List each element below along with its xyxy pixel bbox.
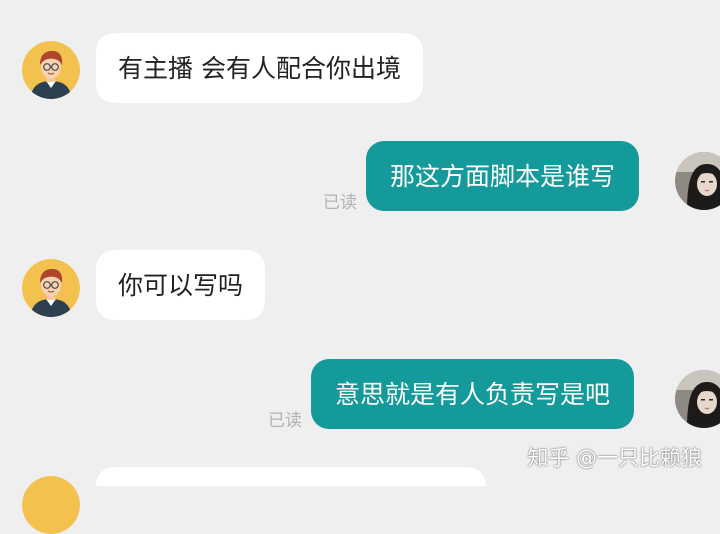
- contact-avatar[interactable]: [22, 41, 80, 99]
- message-text: 那这方面脚本是谁写: [390, 161, 616, 191]
- contact-avatar[interactable]: [22, 476, 80, 534]
- my-avatar[interactable]: [675, 152, 720, 210]
- my-avatar[interactable]: [675, 370, 720, 428]
- message-bubble-incoming[interactable]: 你可以写吗: [96, 250, 266, 320]
- cartoon-man-avatar-icon: [22, 41, 80, 99]
- message-bubble-incoming-partial[interactable]: [96, 467, 486, 486]
- chat-thread: 有主播 会有人配合你出境 已读 那这方面脚本是谁写 你可以写吗 已读 意思就是有…: [0, 0, 720, 534]
- read-status: 已读: [268, 411, 302, 431]
- message-bubble-incoming[interactable]: 有主播 会有人配合你出境: [96, 33, 423, 103]
- message-bubble-outgoing[interactable]: 意思就是有人负责写是吧: [311, 359, 635, 429]
- read-status: 已读: [323, 193, 357, 213]
- watermark: 知乎 @一只比赖狼: [527, 446, 702, 470]
- cartoon-man-avatar-icon: [22, 259, 80, 317]
- message-bubble-outgoing[interactable]: 那这方面脚本是谁写: [366, 141, 640, 211]
- message-text: 有主播 会有人配合你出境: [118, 53, 401, 83]
- message-text: 你可以写吗: [118, 270, 244, 300]
- message-text: 意思就是有人负责写是吧: [335, 379, 611, 409]
- cartoon-man-avatar-icon: [22, 476, 80, 534]
- user-photo-avatar-icon: [675, 152, 720, 210]
- user-photo-avatar-icon: [675, 370, 720, 428]
- contact-avatar[interactable]: [22, 259, 80, 317]
